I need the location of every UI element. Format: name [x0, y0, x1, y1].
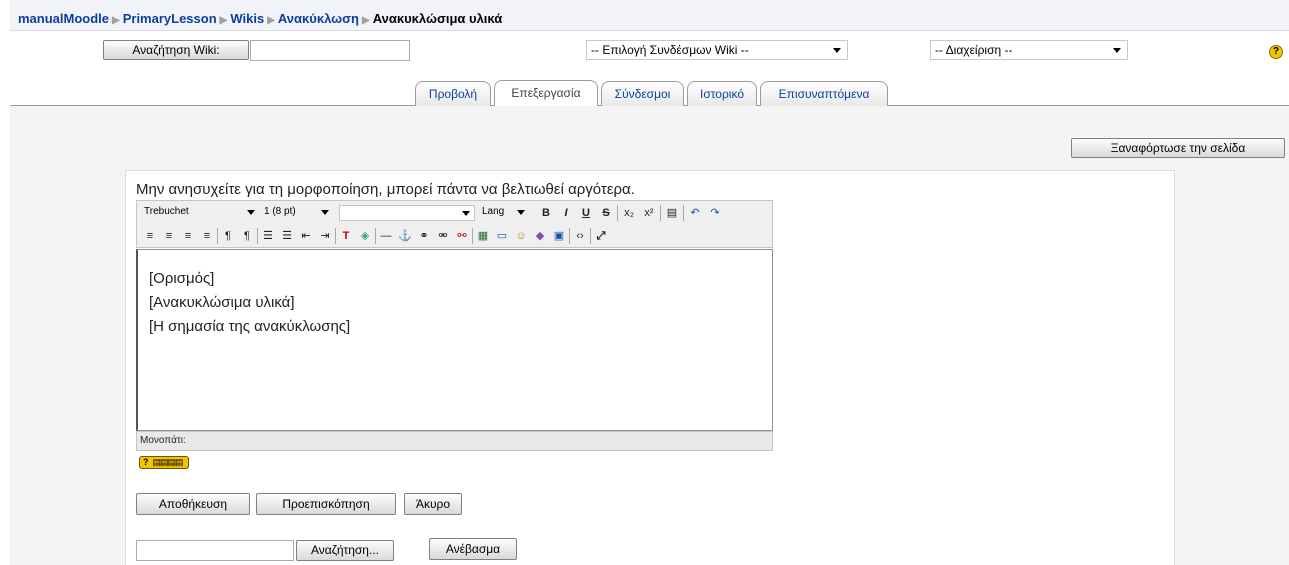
- search-replace-icon[interactable]: ▣: [550, 227, 568, 245]
- toolbar-separator: [217, 228, 218, 244]
- toolbar-separator: [335, 228, 336, 244]
- toolbar-separator: [569, 228, 570, 244]
- bold-icon[interactable]: B: [537, 204, 555, 222]
- upload-button[interactable]: Ανέβασμα: [429, 538, 517, 560]
- toolbar-separator: [660, 205, 661, 221]
- breadcrumb: manualMoodle ▶ PrimaryLesson ▶ Wikis ▶ Ανακύκλ…: [10, 0, 1289, 31]
- text-color-icon[interactable]: T: [337, 227, 355, 245]
- editor-line: [Ανακυκλώσιμα υλικά]: [149, 294, 295, 311]
- save-button[interactable]: Αποθήκευση: [136, 493, 250, 515]
- chevron-down-icon: [462, 211, 470, 216]
- background-color-icon[interactable]: ◈: [356, 227, 374, 245]
- breadcrumb-separator-icon: ▶: [267, 15, 275, 26]
- unlink-icon[interactable]: ⚮: [434, 227, 452, 245]
- breadcrumb-separator-icon: ▶: [112, 15, 120, 26]
- attachment-file-input[interactable]: [136, 540, 294, 561]
- toolbar-row-2: ≡ ≡ ≡ ≡ ¶ ¶ ☰ ☰ ⇤ ⇥ T ◈ — ⚓ ⚭ ⚮ ⚯ ▦ ▭ ☺ …: [141, 226, 771, 246]
- outdent-icon[interactable]: ⇤: [297, 227, 315, 245]
- toolbar-separator: [617, 205, 618, 221]
- chevron-down-icon: [1113, 48, 1121, 53]
- anchor-icon[interactable]: ⚓: [396, 227, 414, 245]
- indent-icon[interactable]: ⇥: [316, 227, 334, 245]
- chevron-down-icon: [517, 210, 525, 215]
- redo-icon[interactable]: ↷: [706, 204, 724, 222]
- clean-word-icon[interactable]: ▤: [663, 204, 681, 222]
- chevron-down-icon: [321, 210, 329, 215]
- tab-links[interactable]: Σύνδεσμοι: [601, 81, 684, 106]
- breadcrumb-link-recycling[interactable]: Ανακύκλωση: [278, 11, 359, 26]
- align-justify-icon[interactable]: ≡: [198, 227, 216, 245]
- editor-line: [Η σημασία της ανακύκλωσης]: [149, 318, 351, 335]
- language-value: Lang: [482, 206, 505, 217]
- link-icon[interactable]: ⚭: [415, 227, 433, 245]
- preview-button[interactable]: Προεπισκόπηση: [256, 493, 396, 515]
- reload-page-button[interactable]: Ξαναφόρτωσε την σελίδα: [1071, 138, 1285, 158]
- fullscreen-icon[interactable]: ⤢: [592, 227, 610, 245]
- toolbar-separator: [472, 228, 473, 244]
- breadcrumb-link-manualmoodle[interactable]: manualMoodle: [18, 11, 109, 26]
- toolbar-row-1: B I U S x₂ x² ▤ ↶ ↷: [537, 204, 772, 222]
- editor-line: [Ορισμός]: [149, 270, 215, 287]
- tab-history[interactable]: Ιστορικό: [687, 81, 757, 106]
- wiki-admin-select-value: -- Διαχείριση --: [935, 43, 1013, 57]
- tab-view[interactable]: Προβολή: [415, 81, 491, 106]
- toolbar-separator: [257, 228, 258, 244]
- path-label: Μονοπάτι:: [140, 435, 186, 446]
- ltr-direction-icon[interactable]: ¶: [219, 227, 237, 245]
- wiki-links-select[interactable]: -- Επιλογή Συνδέσμων Wiki --: [586, 40, 848, 60]
- chevron-down-icon: [247, 210, 255, 215]
- strikethrough-icon[interactable]: S: [597, 204, 615, 222]
- keyboard-help-icon[interactable]: ? ▤▤▤▤: [139, 456, 189, 469]
- wiki-text-editor[interactable]: [Ορισμός] [Ανακυκλώσιμα υλικά] [Η σημασί…: [136, 249, 773, 431]
- superscript-icon[interactable]: x²: [640, 204, 658, 222]
- ordered-list-icon[interactable]: ☰: [259, 227, 277, 245]
- toolbar-separator: [590, 228, 591, 244]
- browse-button[interactable]: Αναζήτηση...: [296, 540, 394, 561]
- paragraph-format-select[interactable]: [339, 205, 475, 221]
- formatting-notice: Μην ανησυχείτε για τη μορφοποίηση, μπορε…: [136, 181, 635, 198]
- horizontal-rule-icon[interactable]: —: [377, 227, 395, 245]
- language-select[interactable]: Lang: [479, 205, 529, 221]
- nolink-icon[interactable]: ⚯: [453, 227, 471, 245]
- special-chars-icon[interactable]: ◆: [531, 227, 549, 245]
- wiki-links-select-value: -- Επιλογή Συνδέσμων Wiki --: [591, 43, 749, 57]
- font-family-select[interactable]: Trebuchet: [141, 205, 259, 221]
- help-icon[interactable]: ?: [1269, 45, 1283, 59]
- html-source-icon[interactable]: ‹›: [571, 227, 589, 245]
- wiki-search-input[interactable]: [250, 40, 410, 61]
- editor-path-bar: Μονοπάτι:: [136, 431, 773, 451]
- subscript-icon[interactable]: x₂: [620, 204, 638, 222]
- rtl-direction-icon[interactable]: ¶: [238, 227, 256, 245]
- tab-attachments[interactable]: Επισυναπτόμενα: [760, 81, 888, 106]
- insert-table-icon[interactable]: ▭: [493, 227, 511, 245]
- unordered-list-icon[interactable]: ☰: [278, 227, 296, 245]
- align-left-icon[interactable]: ≡: [141, 227, 159, 245]
- undo-icon[interactable]: ↶: [686, 204, 704, 222]
- breadcrumb-separator-icon: ▶: [219, 15, 228, 26]
- editor-toolbar: Trebuchet 1 (8 pt) Lang B I U S x₂ x² ▤ …: [136, 200, 773, 248]
- font-family-value: Trebuchet: [144, 206, 189, 217]
- cancel-button[interactable]: Άκυρο: [404, 493, 462, 515]
- toolbar-separator: [683, 205, 684, 221]
- font-size-select[interactable]: 1 (8 pt): [261, 205, 333, 221]
- breadcrumb-link-primarylesson[interactable]: PrimaryLesson: [123, 11, 217, 26]
- toolbar-separator: [375, 228, 376, 244]
- breadcrumb-link-wikis[interactable]: Wikis: [230, 11, 264, 26]
- smiley-icon[interactable]: ☺: [512, 227, 530, 245]
- breadcrumb-separator-icon: ▶: [362, 15, 370, 26]
- font-size-value: 1 (8 pt): [264, 206, 296, 217]
- align-right-icon[interactable]: ≡: [179, 227, 197, 245]
- wiki-admin-select[interactable]: -- Διαχείριση --: [930, 40, 1128, 60]
- tab-edit[interactable]: Επεξεργασία: [494, 80, 598, 106]
- breadcrumb-current-page: Ανακυκλώσιμα υλικά: [372, 11, 503, 26]
- italic-icon[interactable]: I: [557, 204, 575, 222]
- wiki-search-button[interactable]: Αναζήτηση Wiki:: [103, 40, 249, 60]
- align-center-icon[interactable]: ≡: [160, 227, 178, 245]
- underline-icon[interactable]: U: [577, 204, 595, 222]
- insert-image-icon[interactable]: ▦: [474, 227, 492, 245]
- chevron-down-icon: [833, 48, 841, 53]
